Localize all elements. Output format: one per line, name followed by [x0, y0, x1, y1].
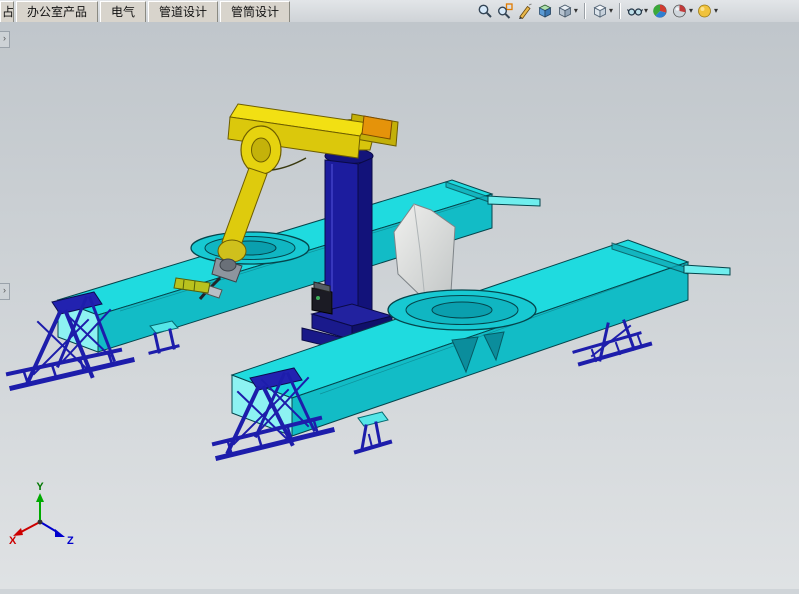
ring-flange-hole [432, 302, 492, 318]
display-style-icon[interactable]: ▾ [591, 1, 614, 21]
robot-shoulder-hub [252, 138, 271, 162]
tab-electrical[interactable]: 电气 [100, 1, 146, 23]
zoom-to-fit-icon[interactable] [476, 1, 494, 21]
section-view-icon[interactable] [536, 1, 554, 21]
triad-z-label: Z [67, 535, 74, 547]
dropdown-arrow-icon: ▾ [609, 7, 613, 15]
toolbar-separator [619, 3, 621, 19]
command-tabs: 占 办公室产品 电气 管道设计 管筒设计 [0, 0, 292, 23]
pen-sketch-icon[interactable] [516, 1, 534, 21]
hide-show-items-icon[interactable]: ▾ [626, 1, 649, 21]
view-settings-icon[interactable]: ▾ [696, 1, 719, 21]
apply-scene-icon[interactable]: ▾ [671, 1, 694, 21]
toolbar-separator [584, 3, 586, 19]
graphics-viewport[interactable]: › › [0, 22, 799, 589]
view-orientation-icon[interactable]: ▾ [556, 1, 579, 21]
robot-wrist-joint [218, 240, 246, 262]
motor-indicator [316, 296, 320, 300]
tab-partial[interactable]: 占 [0, 1, 14, 23]
heads-up-view-toolbar: ▾ ▾ ▾ ▾ ▾ [476, 0, 719, 22]
panel-flyout-button-middle[interactable]: › [0, 283, 10, 300]
dropdown-arrow-icon: ▾ [689, 7, 693, 15]
model-canvas: Y X Z [0, 22, 799, 589]
robot-wrist-hub [220, 259, 236, 271]
triad-x-label: X [9, 535, 17, 547]
triad-y-label: Y [36, 481, 44, 493]
edit-appearance-icon[interactable] [651, 1, 669, 21]
tab-piping-design[interactable]: 管道设计 [148, 1, 218, 23]
column-side-face [358, 158, 372, 322]
tab-tubing-design[interactable]: 管筒设计 [220, 1, 290, 23]
tab-office-products[interactable]: 办公室产品 [16, 1, 98, 23]
solidworks-window: 占 办公室产品 电气 管道设计 管筒设计 ▾ [0, 0, 799, 589]
dropdown-arrow-icon: ▾ [574, 7, 578, 15]
panel-flyout-button-top[interactable]: › [0, 31, 10, 48]
dropdown-arrow-icon: ▾ [644, 7, 648, 15]
zoom-to-area-icon[interactable] [496, 1, 514, 21]
dropdown-arrow-icon: ▾ [714, 7, 718, 15]
command-tab-bar: 占 办公室产品 电气 管道设计 管筒设计 ▾ [0, 0, 799, 23]
